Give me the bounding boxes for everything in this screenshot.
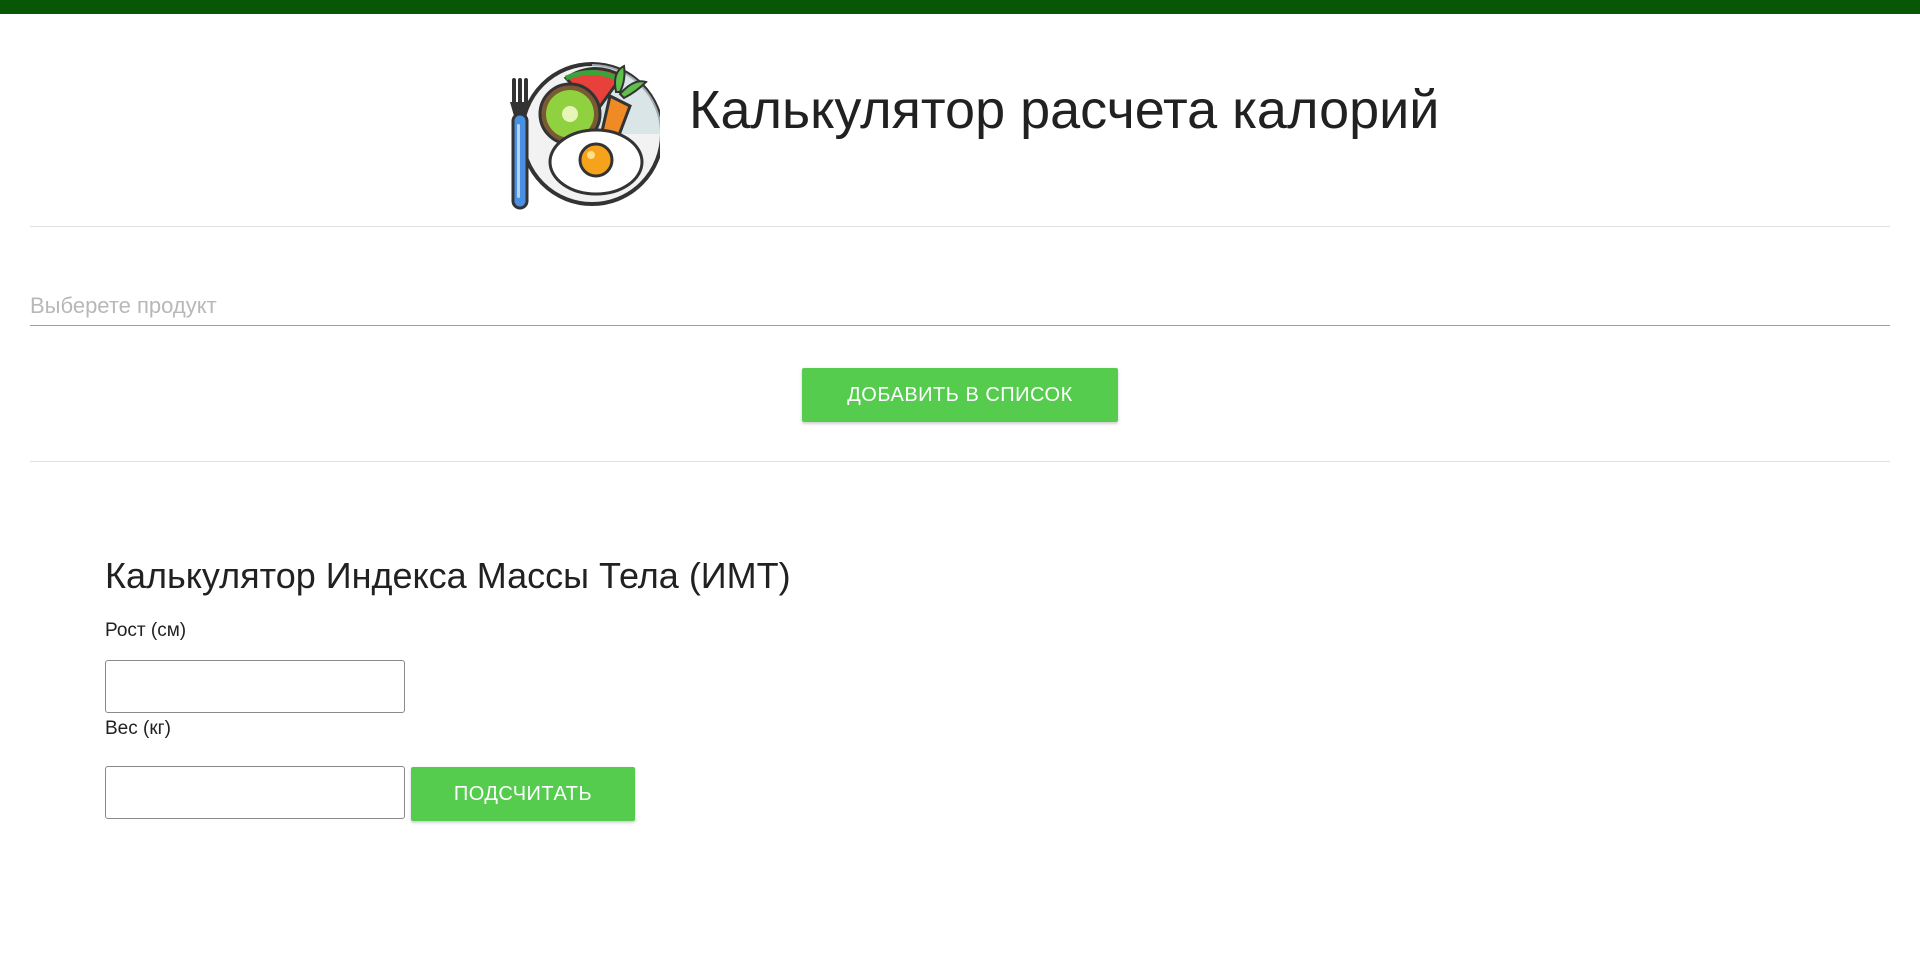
divider (30, 461, 1890, 462)
plate-food-icon (510, 62, 660, 210)
height-field[interactable] (105, 660, 405, 713)
height-label: Рост (см) (105, 620, 187, 641)
product-select-input[interactable] (30, 286, 1890, 326)
page-title: Калькулятор расчета калорий (689, 80, 1440, 140)
top-bar (0, 0, 1920, 14)
bmi-section-title: Калькулятор Индекса Массы Тела (ИМТ) (105, 555, 791, 596)
weight-field[interactable] (105, 766, 405, 819)
calculate-button[interactable]: ПОДСЧИТАТЬ (411, 767, 635, 821)
add-to-list-button[interactable]: ДОБАВИТЬ В СПИСОК (802, 368, 1118, 422)
divider (30, 226, 1890, 227)
weight-label: Вес (кг) (105, 718, 171, 739)
